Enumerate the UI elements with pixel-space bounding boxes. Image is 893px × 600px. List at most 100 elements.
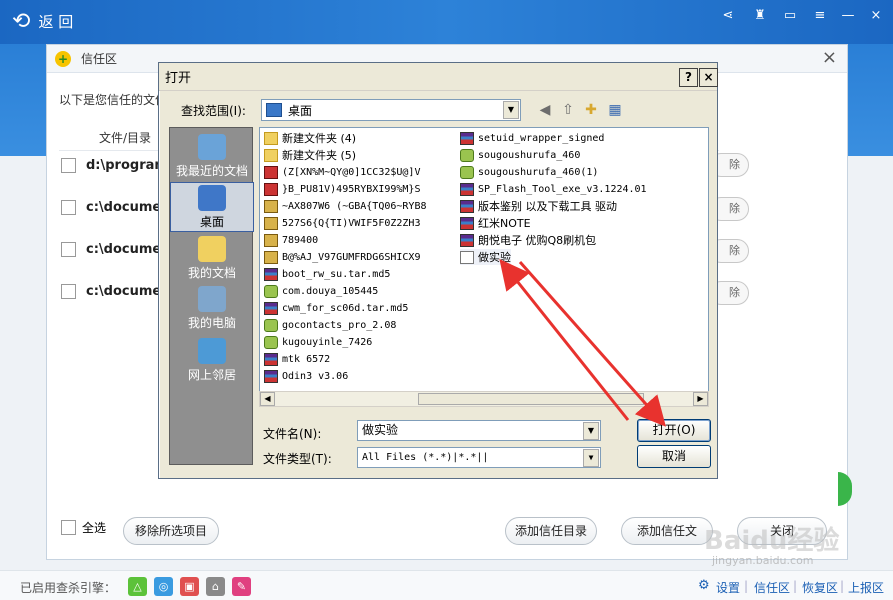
look-in-select[interactable]: 桌面 ▼ (261, 99, 521, 121)
horizontal-scrollbar[interactable]: ◀ ▶ (259, 391, 709, 407)
close-icon[interactable]: × (866, 8, 886, 24)
shirt-icon[interactable]: ♜ (750, 8, 770, 24)
file-item[interactable]: 527S6{Q{TI)VWIF5F0Z2ZH3 (264, 215, 420, 231)
remove-selected-button[interactable]: 移除所选项目 (123, 517, 219, 545)
file-item[interactable]: Odin3 v3.06 (264, 368, 348, 384)
file-item[interactable]: com.douya_105445 (264, 283, 378, 299)
back-button[interactable]: ⟲ 返 回 (12, 8, 73, 34)
file-item[interactable]: 做实验 (460, 249, 511, 265)
filetype-label: 文件类型(T): (263, 452, 332, 466)
add-trust-dir-button[interactable]: 添加信任目录 (505, 517, 597, 545)
place-recent[interactable]: 我最近的文档 (170, 132, 254, 182)
look-in-label: 查找范围(I): (181, 104, 246, 118)
jpg-file-icon (264, 199, 278, 213)
file-item[interactable]: cwm_for_sc06d.tar.md5 (264, 300, 408, 316)
row-checkbox[interactable] (61, 283, 76, 299)
message-icon[interactable]: ▭ (780, 8, 800, 24)
engine-2-icon[interactable]: ◎ (154, 577, 173, 596)
menu-icon[interactable]: ≡ (810, 8, 830, 24)
open-button[interactable]: 打开(O) (637, 419, 711, 442)
file-item[interactable]: 朗悦电子 优购Q8刷机包 (460, 232, 596, 248)
status-bar: 已启用查杀引擎： △ ◎ ▣ ⌂ ✎ ⚙ 设置 | 信任区 | 恢复区 | 上报… (0, 570, 893, 600)
jpg-file-icon (264, 250, 278, 264)
engine-4-icon[interactable]: ⌂ (206, 577, 225, 596)
new-folder-icon[interactable]: ✚ (581, 101, 601, 119)
scroll-left-icon[interactable]: ◀ (260, 392, 275, 406)
file-item[interactable]: 新建文件夹 (4) (264, 130, 356, 146)
engine-3-icon[interactable]: ▣ (180, 577, 199, 596)
back-nav-icon[interactable]: ◀ (535, 101, 555, 119)
place-my-documents[interactable]: 我的文档 (170, 234, 254, 284)
desktop-icon (198, 185, 226, 211)
watermark-brand: Baidu经验 (704, 526, 840, 556)
png-file-icon (264, 182, 278, 196)
rar-file-icon (264, 369, 278, 383)
file-item[interactable]: ~AX807W6 (~GBA{TQ06~RYB8 (264, 198, 427, 214)
view-menu-icon[interactable]: ▦ (605, 101, 625, 119)
rar-file-icon (264, 301, 278, 315)
scroll-right-icon[interactable]: ▶ (693, 392, 708, 406)
dialog-close-button[interactable]: × (699, 68, 718, 87)
file-item[interactable]: sougoushurufa_460(1) (460, 164, 598, 180)
share-icon[interactable]: ⋖ (718, 8, 738, 24)
chevron-down-icon[interactable]: ▼ (503, 101, 519, 119)
gear-icon[interactable]: ⚙ (698, 578, 710, 593)
file-name: 版本鉴别 以及下载工具 驱动 (478, 200, 617, 213)
file-item[interactable]: 版本鉴别 以及下载工具 驱动 (460, 198, 617, 214)
file-item[interactable]: B@%AJ_V97GUMFRDG6SHICX9 (264, 249, 420, 265)
chevron-down-icon[interactable]: ▼ (583, 449, 599, 467)
rar-file-icon (460, 199, 474, 213)
file-item[interactable]: boot_rw_su.tar.md5 (264, 266, 390, 282)
minimize-icon[interactable]: — (838, 8, 858, 24)
help-button[interactable]: ? (679, 68, 698, 87)
place-network[interactable]: 网上邻居 (170, 336, 254, 386)
trust-zone-close-icon[interactable]: × (822, 47, 837, 68)
file-item[interactable]: (Z[XN%M~QY@0]1CC32$U@]V (264, 164, 420, 180)
trust-row: d:\program (61, 153, 168, 177)
file-item[interactable]: mtk 6572 (264, 351, 330, 367)
rar-file-icon (264, 352, 278, 366)
file-item[interactable]: 红米NOTE (460, 215, 531, 231)
filename-input[interactable]: 做实验 ▼ (357, 420, 601, 441)
scroll-thumb[interactable] (418, 393, 644, 405)
report-zone-link[interactable]: 上报区 (848, 579, 884, 596)
place-label: 我最近的文档 (175, 164, 248, 178)
add-trust-file-button[interactable]: 添加信任文 (621, 517, 713, 545)
file-item[interactable]: }B_PU81V)495RYBXI99%M}S (264, 181, 420, 197)
up-folder-icon[interactable]: ⇧ (558, 101, 578, 119)
select-all-checkbox[interactable] (61, 520, 76, 535)
file-item[interactable]: setuid_wrapper_signed (460, 130, 604, 146)
place-desktop[interactable]: 桌面 (170, 182, 254, 232)
trust-zone-link[interactable]: 信任区 (754, 579, 790, 596)
row-checkbox[interactable] (61, 157, 76, 173)
file-item[interactable]: kugouyinle_7426 (264, 334, 372, 350)
engine-5-icon[interactable]: ✎ (232, 577, 251, 596)
cancel-button[interactable]: 取消 (637, 445, 711, 468)
file-list[interactable]: 新建文件夹 (4) 新建文件夹 (5) (Z[XN%M~QY@0]1CC32$U@]… (259, 127, 709, 407)
file-name: com.douya_105445 (282, 285, 379, 297)
row-checkbox[interactable] (61, 199, 76, 215)
trust-row: c:\documen (61, 279, 170, 303)
select-all[interactable]: 全选 (61, 519, 106, 536)
file-item[interactable]: gocontacts_pro_2.08 (264, 317, 396, 333)
file-name: kugouyinle_7426 (282, 336, 373, 348)
filetype-select[interactable]: All Files (*.*)|*.*|| ▼ (357, 447, 601, 468)
back-arrow-icon: ⟲ (12, 8, 31, 34)
file-name: sougoushurufa_460(1) (478, 166, 599, 178)
file-item[interactable]: sougoushurufa_460 (460, 147, 580, 163)
trust-intro-text: 以下是您信任的文件 (59, 93, 168, 107)
engine-1-icon[interactable]: △ (128, 577, 147, 596)
rar-file-icon (460, 233, 474, 247)
rar-file-icon (460, 182, 474, 196)
file-item[interactable]: SP_Flash_Tool_exe_v3.1224.01 (460, 181, 647, 197)
file-name: setuid_wrapper_signed (478, 132, 605, 144)
file-name: 789400 (282, 234, 319, 246)
row-checkbox[interactable] (61, 241, 76, 257)
file-item[interactable]: 新建文件夹 (5) (264, 147, 356, 163)
place-my-computer[interactable]: 我的电脑 (170, 284, 254, 334)
watermark-url: jingyan.baidu.com (712, 554, 814, 567)
settings-link[interactable]: 设置 (716, 579, 740, 596)
chevron-down-icon[interactable]: ▼ (583, 422, 599, 440)
file-item[interactable]: 789400 (264, 232, 318, 248)
restore-zone-link[interactable]: 恢复区 (802, 579, 838, 596)
